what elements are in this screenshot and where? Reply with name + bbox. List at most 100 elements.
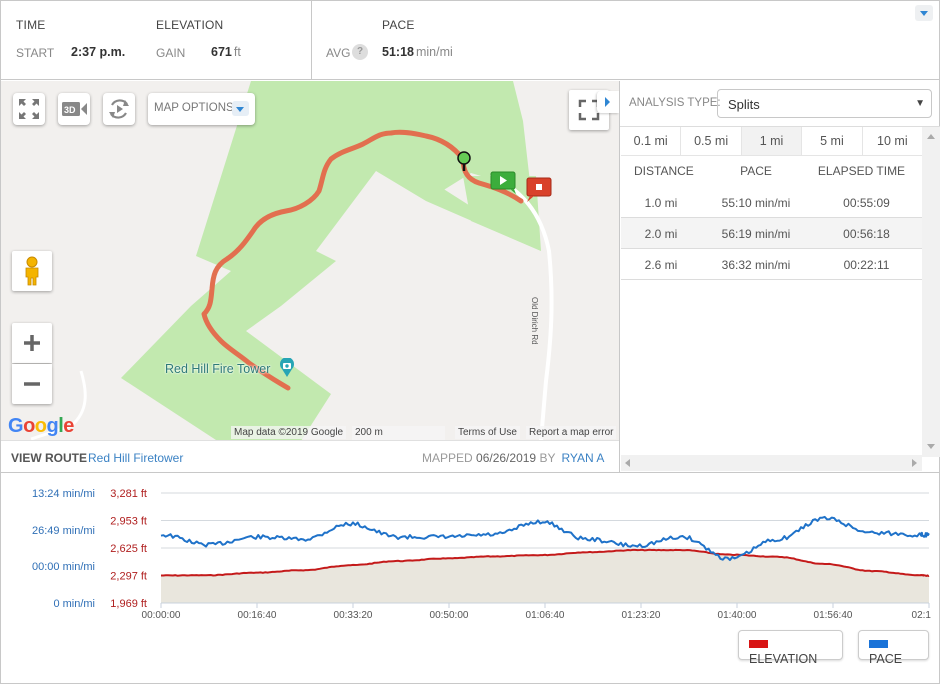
logo-letter: g	[46, 415, 59, 437]
route-name-link[interactable]: Red Hill Firetower	[88, 451, 183, 465]
pegman-icon	[25, 256, 39, 286]
zoom-out-button[interactable]	[12, 364, 52, 404]
3d-text: 3D	[64, 105, 76, 115]
zoom-in-button[interactable]	[12, 323, 52, 363]
scroll-up-arrow-icon[interactable]	[927, 134, 935, 139]
route-info-bar: VIEW ROUTE Red Hill Firetower MAPPED 06/…	[1, 440, 619, 472]
cell-distance: 1.0 mi	[644, 196, 678, 210]
start-marker-icon[interactable]	[490, 171, 518, 195]
pace-tick-label: 13:24 min/mi	[32, 488, 95, 500]
logo-letter: o	[23, 415, 35, 437]
cell-distance: 2.0 mi	[644, 227, 678, 241]
analysis-type-select[interactable]: Splits ▼	[717, 89, 932, 118]
x-tick-label: 02:1	[912, 610, 932, 621]
finish-marker-icon[interactable]	[525, 177, 553, 203]
logo-letter: e	[63, 415, 74, 437]
cell-pace: 36:32 min/mi	[721, 258, 791, 272]
route-map[interactable]: Red Hill Fire Tower Old Dirich Rd 3D MAP…	[1, 81, 619, 440]
pace-unit: min/mi	[415, 45, 453, 59]
legend-label-elevation: ELEVATION	[749, 652, 818, 666]
pace-swatch	[869, 640, 888, 648]
x-tick-label: 00:50:00	[430, 610, 469, 621]
elevation-area	[161, 549, 929, 603]
park-area	[121, 81, 531, 440]
tab-5-mi[interactable]: 5 mi	[802, 127, 863, 156]
gain-label: GAIN	[156, 46, 186, 60]
activity-summary: TIME START 2:37 p.m. ELEVATION GAIN 671 f…	[0, 0, 940, 80]
scale-label: 200 m	[355, 427, 383, 438]
3d-camera-icon: 3D	[62, 102, 87, 116]
table-row[interactable]: 1.0 mi 55:10 min/mi 00:55:09	[621, 187, 922, 218]
table-row[interactable]: 2.6 mi 36:32 min/mi 00:22:11	[621, 249, 922, 280]
minus-icon	[24, 382, 40, 386]
fullscreen-map-button[interactable]	[13, 93, 45, 125]
cell-elapsed: 00:55:09	[843, 196, 890, 210]
tab-10-mi[interactable]: 10 mi	[862, 127, 923, 156]
elevation-pace-chart: 3,281 ft 2,953 ft 2,625 ft 2,297 ft 1,969 ft…	[1, 472, 939, 683]
scale-bar[interactable]: 200 m	[352, 426, 445, 440]
street-view-pegman[interactable]	[12, 251, 52, 291]
tab-1-mi[interactable]: 1 mi	[741, 127, 803, 156]
map-options-label: MAP OPTIONS	[154, 102, 234, 114]
time-heading: TIME	[16, 18, 46, 32]
elevation-tick-label: 3,281 ft	[110, 488, 147, 500]
mapped-info: MAPPED 06/26/2019 BY RYAN A	[422, 451, 604, 465]
scroll-left-arrow-icon[interactable]	[625, 459, 630, 467]
horizontal-scrollbar[interactable]	[621, 455, 922, 471]
chart-canvas[interactable]: 3,281 ft 2,953 ft 2,625 ft 2,297 ft 1,969 ft…	[1, 473, 939, 633]
split-distance-tabs: 0.1 mi 0.5 mi 1 mi 5 mi 10 mi	[621, 127, 923, 156]
logo-letter: G	[8, 415, 24, 437]
vertical-scrollbar[interactable]	[922, 127, 940, 457]
pace-tick-label: 00:00 min/mi	[32, 561, 95, 573]
author-link[interactable]: RYAN A	[561, 451, 604, 465]
collapse-panel-button[interactable]	[597, 91, 619, 113]
avg-label: AVG	[326, 46, 351, 60]
rotate-icon	[109, 99, 129, 119]
x-tick-label: 01:06:40	[526, 610, 565, 621]
rotate-map-button[interactable]	[103, 93, 135, 125]
scroll-down-arrow-icon[interactable]	[927, 444, 935, 449]
terms-of-use-link[interactable]: Terms of Use	[455, 426, 520, 439]
summary-divider	[311, 0, 312, 80]
gain-number: 671	[211, 45, 232, 59]
legend-toggle-elevation[interactable]: ELEVATION	[738, 630, 843, 666]
google-logo[interactable]: Google	[8, 415, 74, 438]
tab-0-5-mi[interactable]: 0.5 mi	[681, 127, 742, 156]
3d-view-button[interactable]: 3D	[58, 93, 90, 125]
report-map-error-link[interactable]: Report a map error	[526, 426, 617, 439]
x-tick-label: 00:16:40	[238, 610, 277, 621]
logo-letter: o	[34, 415, 47, 437]
mapped-label: MAPPED	[422, 451, 473, 465]
legend-toggle-pace[interactable]: PACE	[858, 630, 929, 666]
pace-number: 51:18	[382, 45, 414, 59]
splits-header: DISTANCE PACE ELAPSED TIME	[621, 156, 922, 187]
analysis-type-label: ANALYSIS TYPE:	[629, 97, 721, 109]
elevation-tick-label: 2,953 ft	[110, 516, 147, 528]
table-row[interactable]: 2.0 mi 56:19 min/mi 00:56:18	[621, 218, 922, 249]
start-time-value: 2:37 p.m.	[71, 45, 126, 59]
pace-line	[160, 515, 930, 562]
elevation-tick-label: 2,625 ft	[110, 543, 147, 555]
photo-poi-icon[interactable]	[279, 358, 295, 378]
place-label-fire-tower[interactable]: Red Hill Fire Tower	[165, 362, 270, 376]
elevation-gain-value: 671 ft	[211, 45, 241, 59]
by-label: BY	[539, 451, 556, 465]
mapped-date: 06/26/2019	[476, 451, 537, 465]
gain-unit: ft	[233, 45, 241, 59]
plus-icon	[24, 335, 40, 351]
scroll-right-arrow-icon[interactable]	[912, 459, 917, 467]
analysis-type-value: Splits	[728, 97, 760, 112]
collapse-summary-button[interactable]	[915, 5, 933, 21]
chevron-down-icon	[232, 101, 249, 116]
avg-pace-value: 51:18 min/mi	[382, 45, 453, 59]
chevron-down-icon: ▼	[915, 98, 925, 109]
x-tick-label: 00:33:20	[334, 610, 373, 621]
cell-elapsed: 00:56:18	[843, 227, 890, 241]
waypoint-marker-icon[interactable]	[456, 150, 472, 172]
legend-label-pace: PACE	[869, 652, 903, 666]
tab-0-1-mi[interactable]: 0.1 mi	[621, 127, 682, 156]
elevation-tick-label: 2,297 ft	[110, 571, 147, 583]
elevation-tick-label: 1,969 ft	[110, 598, 147, 610]
map-options-dropdown[interactable]: MAP OPTIONS	[148, 93, 255, 125]
help-icon[interactable]: ?	[352, 44, 368, 60]
